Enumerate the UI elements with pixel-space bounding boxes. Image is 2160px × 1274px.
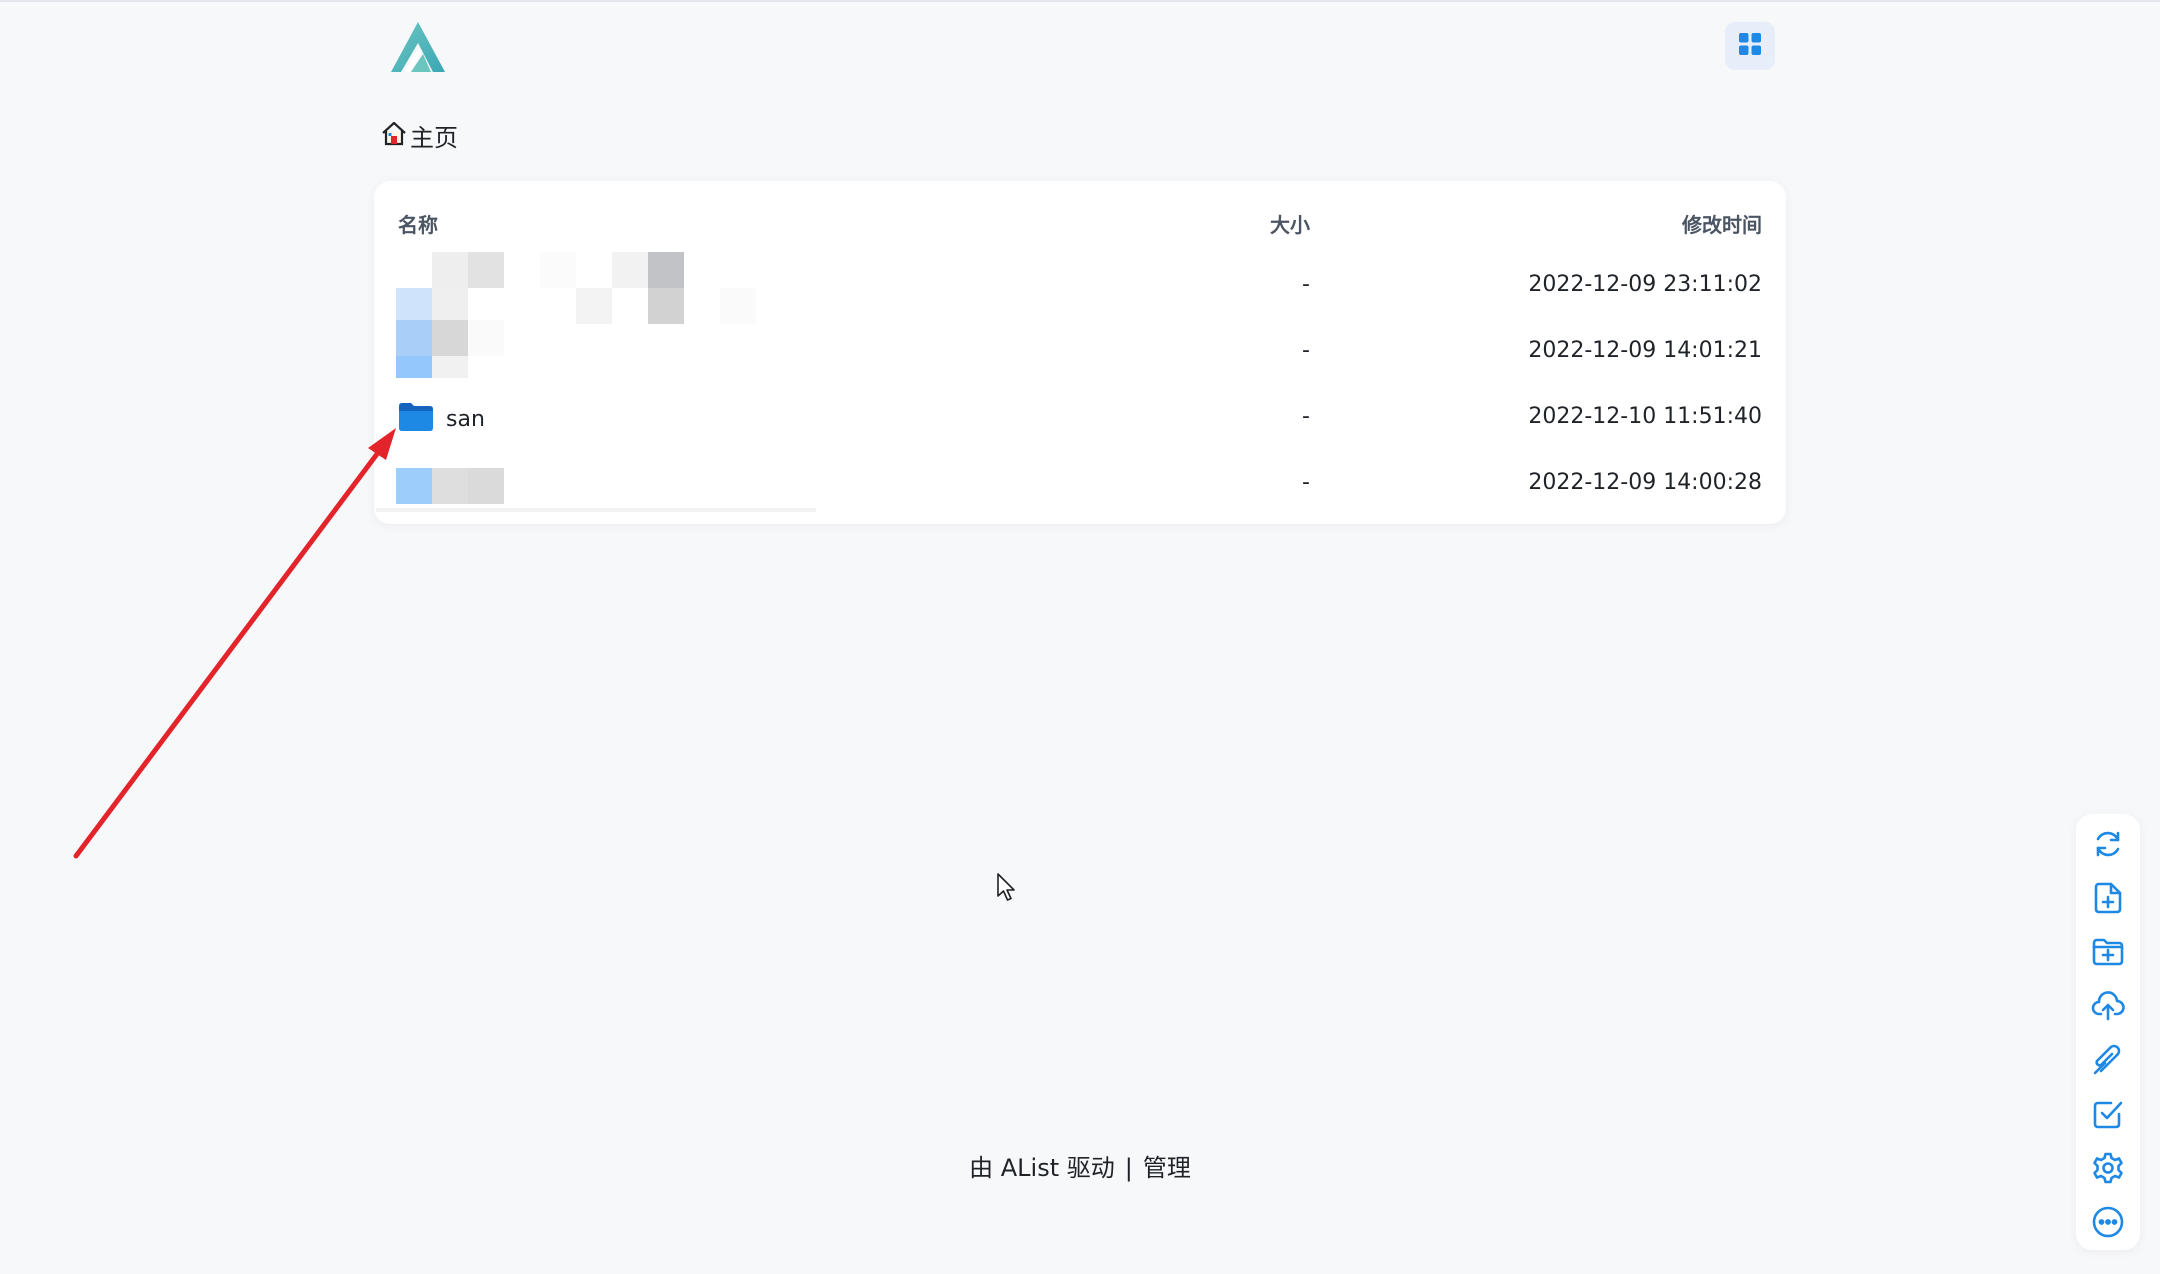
offline-download-button[interactable] [2088, 1040, 2128, 1080]
powered-by-text[interactable]: 由 AList 驱动 [969, 1154, 1115, 1182]
offline-download-icon [2093, 1044, 2121, 1075]
modified-cell: 2022-12-09 23:11:02 [1528, 272, 1762, 297]
header [385, 18, 1775, 78]
name-cell[interactable]: san [398, 386, 485, 452]
select-button[interactable] [2088, 1094, 2128, 1134]
modified-cell: 2022-12-09 14:01:21 [1528, 338, 1762, 363]
column-header-name[interactable]: 名称 [398, 209, 438, 238]
manage-link[interactable]: 管理 [1143, 1154, 1191, 1182]
size-cell: - [1302, 404, 1310, 429]
new-folder-button[interactable] [2088, 932, 2128, 972]
right-toolbar [2076, 814, 2140, 1250]
table-row[interactable]: - 2022-12-09 14:00:28 [374, 452, 1786, 518]
new-file-icon [2094, 882, 2122, 914]
home-icon [380, 119, 408, 151]
new-folder-icon [2092, 938, 2124, 966]
redacted-name [396, 320, 596, 386]
upload-button[interactable] [2088, 986, 2128, 1026]
size-cell: - [1302, 470, 1310, 495]
column-header-size[interactable]: 大小 [1270, 209, 1310, 238]
table-row[interactable]: - 2022-12-09 23:11:02 [374, 252, 1786, 324]
alist-logo-icon[interactable] [385, 18, 451, 78]
redacted-name [376, 452, 816, 520]
size-cell: - [1302, 272, 1310, 297]
footer-separator: | [1124, 1154, 1133, 1182]
top-border [0, 0, 2160, 2]
more-icon [2092, 1206, 2124, 1238]
layout-toggle-button[interactable] [1725, 22, 1775, 70]
table-row[interactable]: - 2022-12-09 14:01:21 [374, 320, 1786, 386]
grid-icon [1738, 32, 1762, 60]
modified-cell: 2022-12-10 11:51:40 [1528, 404, 1762, 429]
redacted-name [396, 252, 796, 324]
file-list: 名称 大小 修改时间 - 2022-12-09 23:11:02 - 2022-… [374, 181, 1786, 524]
refresh-button[interactable] [2088, 824, 2128, 864]
modified-cell: 2022-12-09 14:00:28 [1528, 470, 1762, 495]
table-row[interactable]: san - 2022-12-10 11:51:40 [374, 386, 1786, 452]
footer: 由 AList 驱动 | 管理 [0, 1148, 2160, 1183]
refresh-icon [2096, 831, 2120, 857]
upload-icon [2091, 991, 2125, 1021]
breadcrumb[interactable]: 主页 [380, 118, 458, 152]
settings-button[interactable] [2088, 1148, 2128, 1188]
new-file-button[interactable] [2088, 878, 2128, 918]
folder-icon [398, 402, 434, 436]
file-name: san [446, 406, 485, 432]
settings-icon [2093, 1152, 2123, 1184]
breadcrumb-home-label: 主页 [410, 123, 458, 152]
mouse-cursor-icon [996, 872, 1018, 908]
select-icon [2093, 1101, 2123, 1129]
more-button[interactable] [2088, 1202, 2128, 1242]
column-header-modified[interactable]: 修改时间 [1682, 209, 1762, 238]
size-cell: - [1302, 338, 1310, 363]
